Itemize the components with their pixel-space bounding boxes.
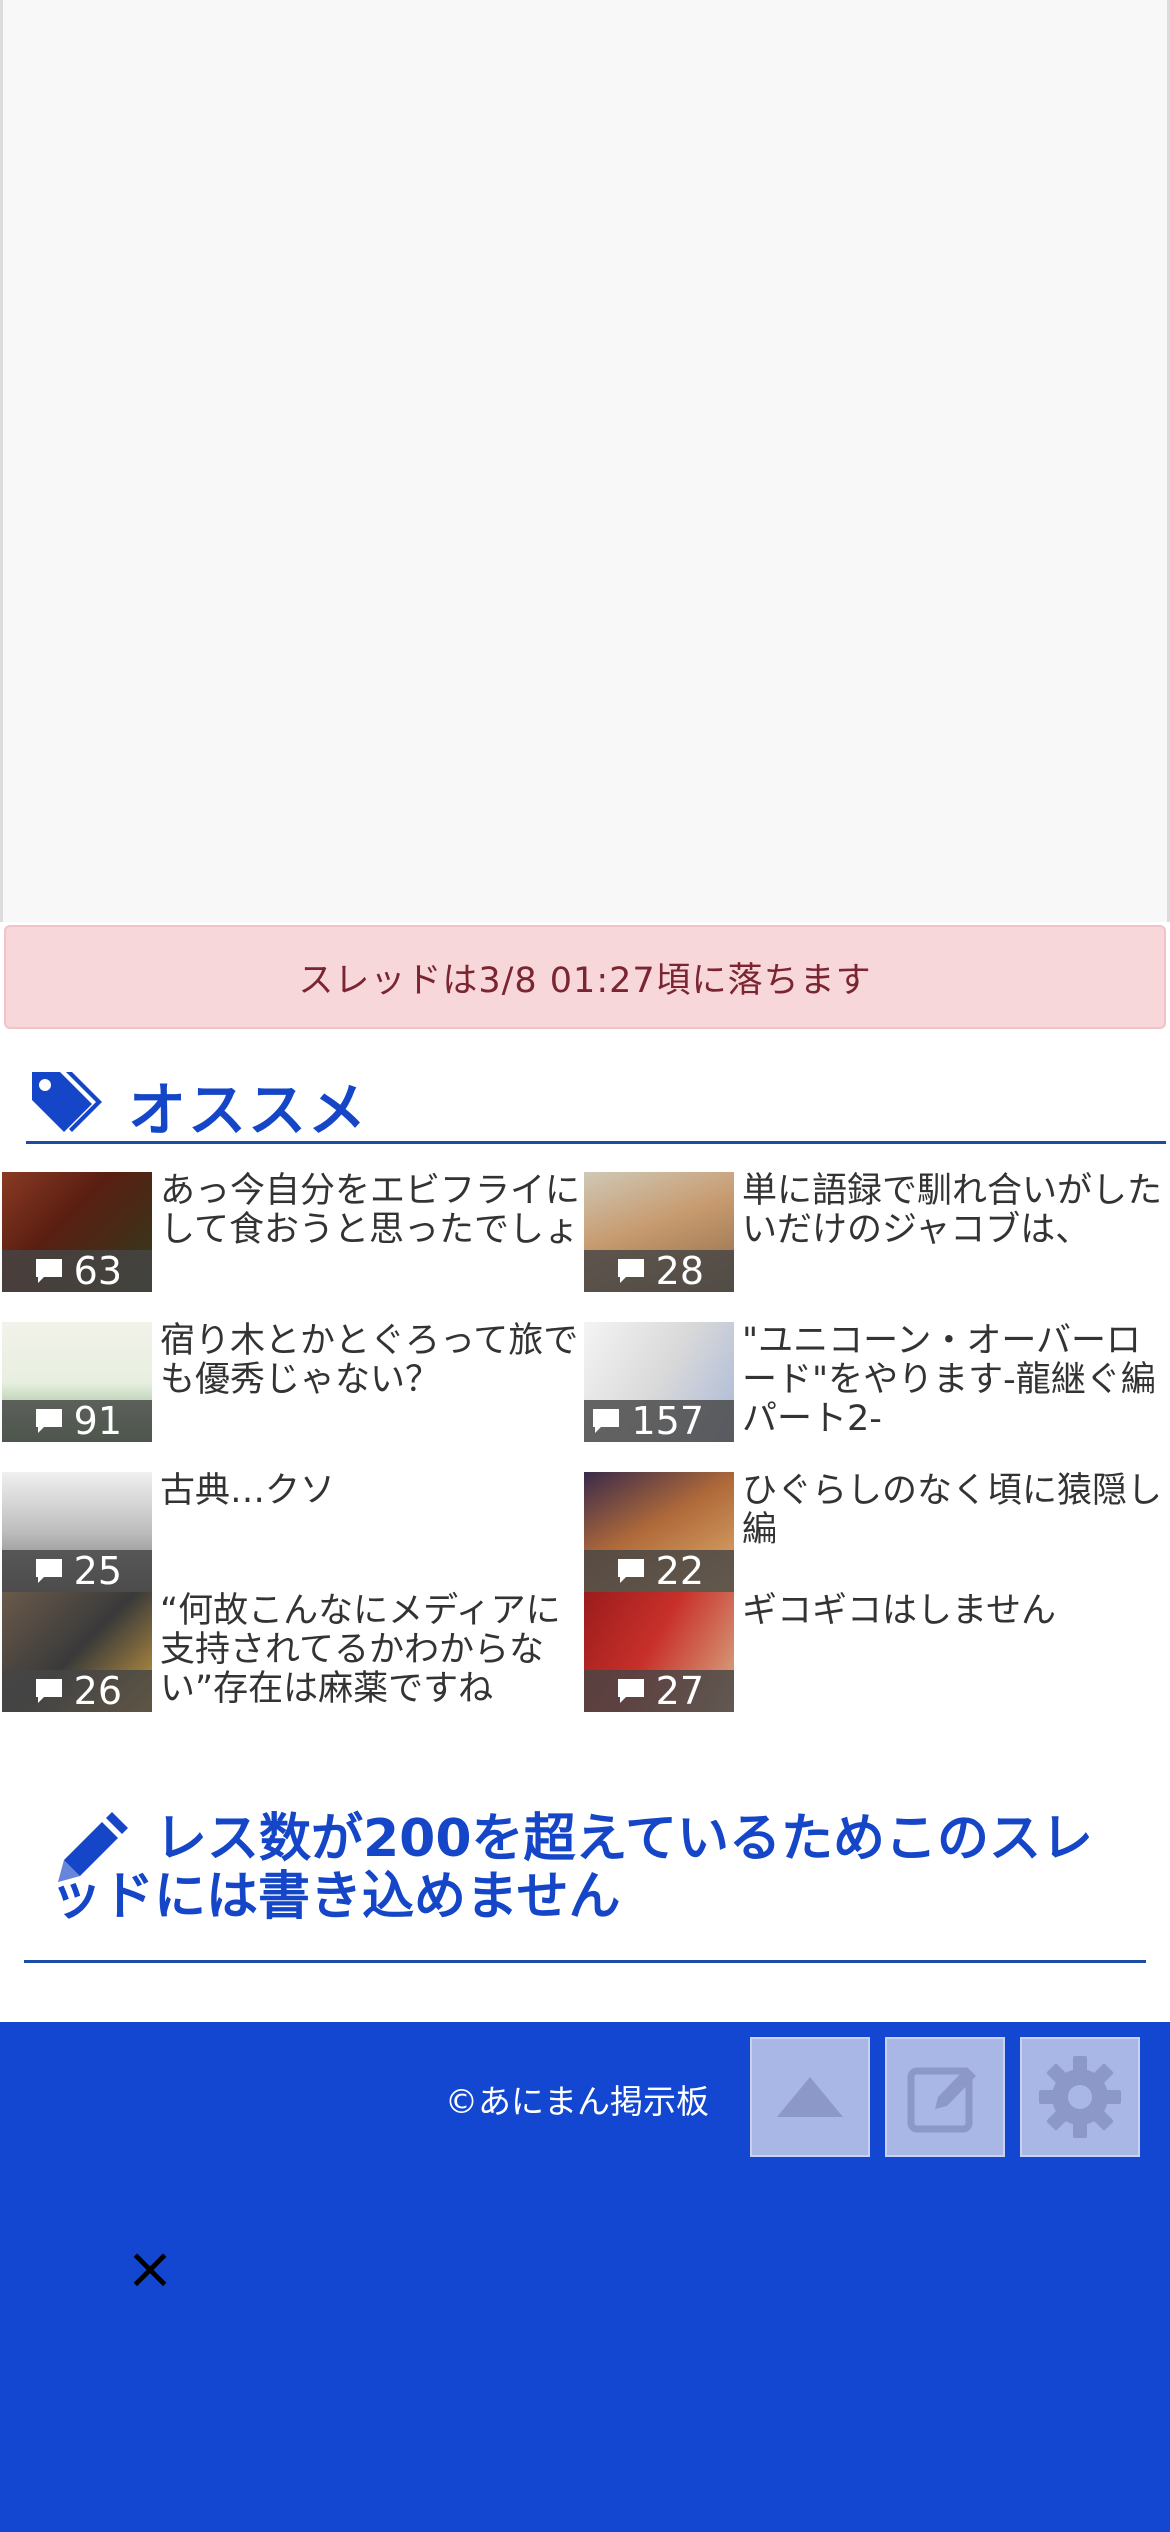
comment-count: 28	[655, 1249, 704, 1292]
comment-icon	[593, 1409, 620, 1433]
ad-placeholder	[0, 0, 1170, 922]
thumbnail: 91	[2, 1322, 152, 1442]
comment-count: 63	[73, 1249, 122, 1292]
recommend-item[interactable]: 27 ギコギコはしません	[584, 1592, 1164, 1712]
scroll-top-button[interactable]	[750, 2037, 870, 2157]
closed-divider	[24, 1960, 1146, 1963]
comment-count: 157	[631, 1399, 704, 1442]
comment-count: 91	[73, 1399, 122, 1442]
comment-icon	[35, 1409, 62, 1433]
thread-closed-message: レス数が200を超えているためこのスレッドには書き込めません	[50, 1810, 1130, 1926]
thumbnail: 27	[584, 1592, 734, 1712]
comment-count-badge: 27	[584, 1669, 734, 1712]
thumbnail: 26	[2, 1592, 152, 1712]
comment-icon	[35, 1559, 62, 1583]
comment-count-badge: 28	[584, 1249, 734, 1292]
closed-text: レス数が200を超えているためこのスレッドには書き込めません	[50, 1809, 1093, 1927]
write-button[interactable]	[885, 2037, 1005, 2157]
recommend-item[interactable]: 25 古典…クソ	[2, 1472, 582, 1592]
recommend-divider	[26, 1141, 1166, 1144]
pencil-icon	[50, 1810, 130, 1894]
comment-icon	[617, 1259, 644, 1283]
comment-count: 26	[73, 1669, 122, 1712]
comment-count-badge: 22	[584, 1549, 734, 1592]
gear-icon	[1039, 2056, 1121, 2138]
copyright: ©あにまん掲示板	[445, 2082, 709, 2121]
triangle-up-icon	[777, 2077, 843, 2117]
comment-icon	[617, 1559, 644, 1583]
comment-count: 25	[73, 1549, 122, 1592]
recommend-item[interactable]: 157 "ユニコーン・オーバーロード"をやります-龍継ぐ編パート2-	[584, 1322, 1164, 1442]
item-title: 宿り木とかとぐろって旅でも優秀じゃない？	[160, 1321, 579, 1400]
recommend-item[interactable]: 28 単に語録で馴れ合いがしたいだけのジャコブは、	[584, 1172, 1164, 1292]
item-title: あっ今自分をエビフライにして食おうと思ったでしょ	[160, 1171, 581, 1250]
comment-count-badge: 25	[2, 1549, 152, 1592]
thumbnail: 63	[2, 1172, 152, 1292]
settings-button[interactable]	[1020, 2037, 1140, 2157]
thread-expiry-notice: スレッドは3/8 01:27頃に落ちます	[4, 925, 1166, 1029]
thumbnail: 22	[584, 1472, 734, 1592]
item-title: 古典…クソ	[160, 1471, 336, 1511]
comment-count-badge: 91	[2, 1399, 152, 1442]
thumbnail: 157	[584, 1322, 734, 1442]
comment-icon	[35, 1259, 62, 1283]
item-title: “何故こんなにメディアに支持されてるかわからない”存在は麻薬ですね	[160, 1591, 561, 1709]
recommend-list: 63 あっ今自分をエビフライにして食おうと思ったでしょ 28 単に語録で馴れ合い…	[0, 1170, 1170, 1712]
recommend-item[interactable]: 26 “何故こんなにメディアに支持されてるかわからない”存在は麻薬ですね	[2, 1592, 582, 1712]
comment-count-badge: 157	[584, 1399, 734, 1442]
item-title: 単に語録で馴れ合いがしたいだけのジャコブは、	[742, 1171, 1163, 1250]
tag-icon	[26, 1068, 102, 1142]
thumbnail: 28	[584, 1172, 734, 1292]
recommend-item[interactable]: 91 宿り木とかとぐろって旅でも優秀じゃない？	[2, 1322, 582, 1442]
comment-count: 22	[655, 1549, 704, 1592]
close-ad-button[interactable]: ×	[120, 2238, 180, 2298]
recommend-item[interactable]: 22 ひぐらしのなく頃に猿隠し編	[584, 1472, 1164, 1592]
edit-icon	[907, 2067, 976, 2133]
comment-count-badge: 26	[2, 1669, 152, 1712]
recommend-item[interactable]: 63 あっ今自分をエビフライにして食おうと思ったでしょ	[2, 1172, 582, 1292]
thumbnail: 25	[2, 1472, 152, 1592]
comment-icon	[617, 1679, 644, 1703]
comment-count: 27	[655, 1669, 704, 1712]
item-title: "ユニコーン・オーバーロード"をやります-龍継ぐ編パート2-	[742, 1321, 1156, 1439]
comment-count-badge: 63	[2, 1249, 152, 1292]
item-title: ギコギコはしません	[742, 1591, 1056, 1631]
comment-icon	[35, 1679, 62, 1703]
recommend-title: オススメ	[128, 1076, 369, 1144]
recommend-header: オススメ	[26, 1065, 1166, 1145]
item-title: ひぐらしのなく頃に猿隠し編	[742, 1471, 1163, 1550]
